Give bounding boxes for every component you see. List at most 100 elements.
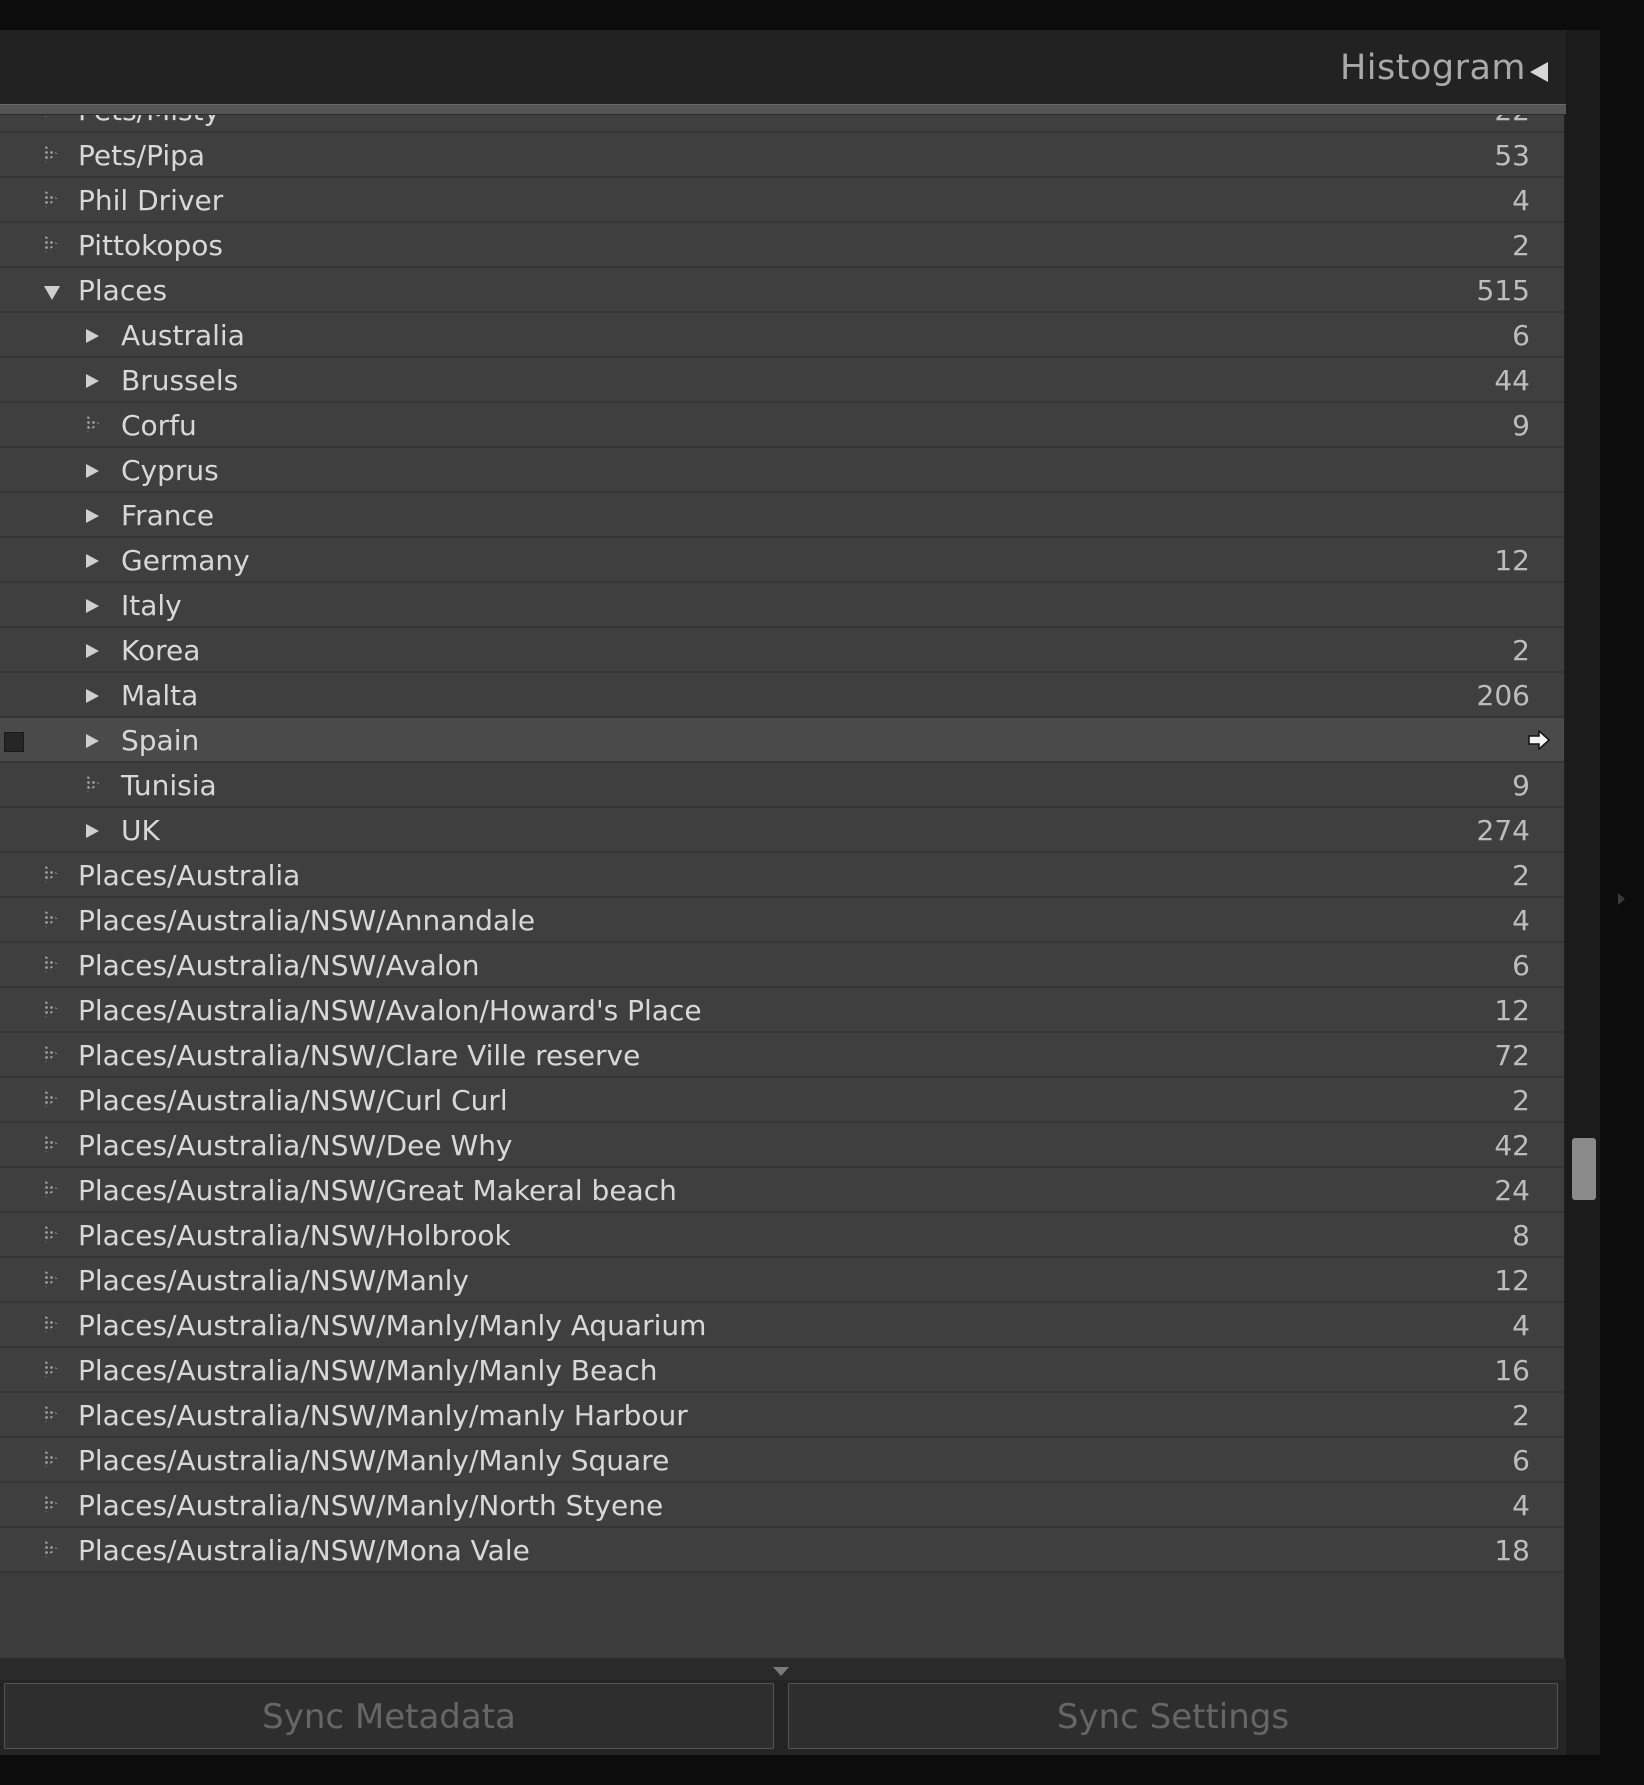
keyword-label: Malta xyxy=(121,679,199,712)
dotted-triangle-icon xyxy=(44,1045,58,1063)
keyword-count: 2 xyxy=(1512,634,1530,667)
keyword-row[interactable]: Corfu 9 xyxy=(0,403,1564,448)
dotted-triangle-icon xyxy=(44,1225,58,1243)
keyword-label: Places xyxy=(78,274,168,307)
keyword-row[interactable]: Pets/Misty 22 xyxy=(0,115,1564,133)
keyword-label: Italy xyxy=(121,589,182,622)
keyword-row[interactable]: Places/Australia/NSW/Clare Ville reserve… xyxy=(0,1033,1564,1078)
more-options-icon[interactable] xyxy=(773,1667,789,1676)
keyword-row[interactable]: Places/Australia/NSW/Curl Curl 2 xyxy=(0,1078,1564,1123)
keyword-label: Places/Australia/NSW/Manly xyxy=(78,1264,470,1297)
triangle-right-icon[interactable] xyxy=(86,824,99,838)
keyword-checkbox[interactable] xyxy=(4,732,24,752)
keyword-count: 42 xyxy=(1494,1129,1530,1162)
keyword-row[interactable]: Pittokopos 2 xyxy=(0,223,1564,268)
triangle-right-icon[interactable] xyxy=(86,734,99,748)
keyword-count: 4 xyxy=(1512,184,1530,217)
arrow-right-icon[interactable] xyxy=(1528,730,1550,750)
keyword-label: Places/Australia/NSW/Great Makeral beach xyxy=(78,1174,677,1207)
dotted-triangle-icon xyxy=(44,1405,58,1423)
keyword-row[interactable]: Places/Australia/NSW/Manly/manly Harbour… xyxy=(0,1393,1564,1438)
triangle-right-icon[interactable] xyxy=(86,464,99,478)
keyword-count: 2 xyxy=(1512,229,1530,262)
keyword-count: 72 xyxy=(1494,1039,1530,1072)
keyword-row[interactable]: Brussels 44 xyxy=(0,358,1564,403)
keyword-row[interactable]: France xyxy=(0,493,1564,538)
dotted-triangle-icon xyxy=(44,1090,58,1108)
keyword-row[interactable]: Spain xyxy=(0,718,1564,763)
triangle-right-icon[interactable] xyxy=(86,509,99,523)
keyword-count: 18 xyxy=(1494,1534,1530,1567)
panel-title[interactable]: Histogram xyxy=(1340,48,1526,88)
keyword-row[interactable]: Malta 206 xyxy=(0,673,1564,718)
sync-metadata-button[interactable]: Sync Metadata xyxy=(4,1683,774,1749)
keyword-label: Places/Australia/NSW/Mona Vale xyxy=(78,1534,530,1567)
keyword-row[interactable]: Italy xyxy=(0,583,1564,628)
keyword-row[interactable]: Australia 6 xyxy=(0,313,1564,358)
right-edge xyxy=(1600,30,1644,1785)
keyword-label: Germany xyxy=(121,544,250,577)
dotted-triangle-icon xyxy=(44,910,58,928)
keyword-row[interactable]: Cyprus xyxy=(0,448,1564,493)
keyword-row[interactable]: Places/Australia/NSW/Great Makeral beach… xyxy=(0,1168,1564,1213)
sync-settings-button[interactable]: Sync Settings xyxy=(788,1683,1558,1749)
dotted-triangle-icon xyxy=(44,115,58,118)
keyword-count: 8 xyxy=(1512,1219,1530,1252)
keyword-label: Pets/Misty xyxy=(78,115,220,127)
keyword-row[interactable]: Korea 2 xyxy=(0,628,1564,673)
keyword-count: 12 xyxy=(1494,1264,1530,1297)
keyword-row[interactable]: Places/Australia/NSW/Manly/Manly Beach 16 xyxy=(0,1348,1564,1393)
panel-header[interactable]: Histogram xyxy=(0,30,1600,105)
keyword-row[interactable]: Pets/Pipa 53 xyxy=(0,133,1564,178)
keyword-row[interactable]: Places/Australia/NSW/Manly 12 xyxy=(0,1258,1564,1303)
keyword-label: Australia xyxy=(121,319,245,352)
keyword-row[interactable]: UK 274 xyxy=(0,808,1564,853)
dotted-triangle-icon xyxy=(44,190,58,208)
scrollbar-thumb[interactable] xyxy=(1572,1138,1596,1200)
keyword-row[interactable]: Places/Australia/NSW/Manly/North Styene 4 xyxy=(0,1483,1564,1528)
keyword-row[interactable]: Places/Australia/NSW/Mona Vale 18 xyxy=(0,1528,1564,1573)
keyword-row[interactable]: Germany 12 xyxy=(0,538,1564,583)
keyword-row[interactable]: Places/Australia/NSW/Holbrook 8 xyxy=(0,1213,1564,1258)
keyword-row[interactable]: Places 515 xyxy=(0,268,1564,313)
keyword-row[interactable]: Places/Australia/NSW/Manly/Manly Square 6 xyxy=(0,1438,1564,1483)
dotted-triangle-icon xyxy=(44,1270,58,1288)
keyword-list[interactable]: Pets/Misty22Pets/Pipa53Phil Driver4Pitto… xyxy=(0,115,1564,1658)
keyword-count: 2 xyxy=(1512,1399,1530,1432)
keyword-count: 16 xyxy=(1494,1354,1530,1387)
collapse-panel-icon[interactable] xyxy=(1530,62,1548,82)
scrollbar-track[interactable] xyxy=(1566,30,1600,1785)
keyword-row[interactable]: Places/Australia 2 xyxy=(0,853,1564,898)
keyword-label: Phil Driver xyxy=(78,184,224,217)
triangle-down-icon[interactable] xyxy=(44,286,60,300)
keyword-row[interactable]: Places/Australia/NSW/Avalon 6 xyxy=(0,943,1564,988)
keyword-row[interactable]: Places/Australia/NSW/Annandale 4 xyxy=(0,898,1564,943)
keyword-count: 4 xyxy=(1512,1489,1530,1522)
keyword-label: Tunisia xyxy=(121,769,217,802)
keyword-label: Places/Australia/NSW/Dee Why xyxy=(78,1129,513,1162)
dotted-triangle-icon xyxy=(44,955,58,973)
keyword-row[interactable]: Tunisia 9 xyxy=(0,763,1564,808)
expand-right-panel-icon[interactable] xyxy=(1618,893,1625,905)
dotted-triangle-icon xyxy=(44,1540,58,1558)
keyword-row[interactable]: Places/Australia/NSW/Manly/Manly Aquariu… xyxy=(0,1303,1564,1348)
keyword-label: France xyxy=(121,499,215,532)
keyword-row[interactable]: Places/Australia/NSW/Avalon/Howard's Pla… xyxy=(0,988,1564,1033)
triangle-right-icon[interactable] xyxy=(86,554,99,568)
triangle-right-icon[interactable] xyxy=(86,374,99,388)
keyword-label: Places/Australia/NSW/Avalon xyxy=(78,949,480,982)
keyword-label: Spain xyxy=(121,724,200,757)
keyword-label: Korea xyxy=(121,634,201,667)
keyword-label: Corfu xyxy=(121,409,197,442)
dotted-triangle-icon xyxy=(44,145,58,163)
bottom-edge xyxy=(0,1755,1644,1785)
triangle-right-icon[interactable] xyxy=(86,599,99,613)
keyword-row[interactable]: Phil Driver 4 xyxy=(0,178,1564,223)
triangle-right-icon[interactable] xyxy=(86,689,99,703)
keyword-count: 24 xyxy=(1494,1174,1530,1207)
keyword-count: 12 xyxy=(1494,544,1530,577)
keyword-count: 9 xyxy=(1512,409,1530,442)
keyword-row[interactable]: Places/Australia/NSW/Dee Why 42 xyxy=(0,1123,1564,1168)
triangle-right-icon[interactable] xyxy=(86,644,99,658)
triangle-right-icon[interactable] xyxy=(86,329,99,343)
